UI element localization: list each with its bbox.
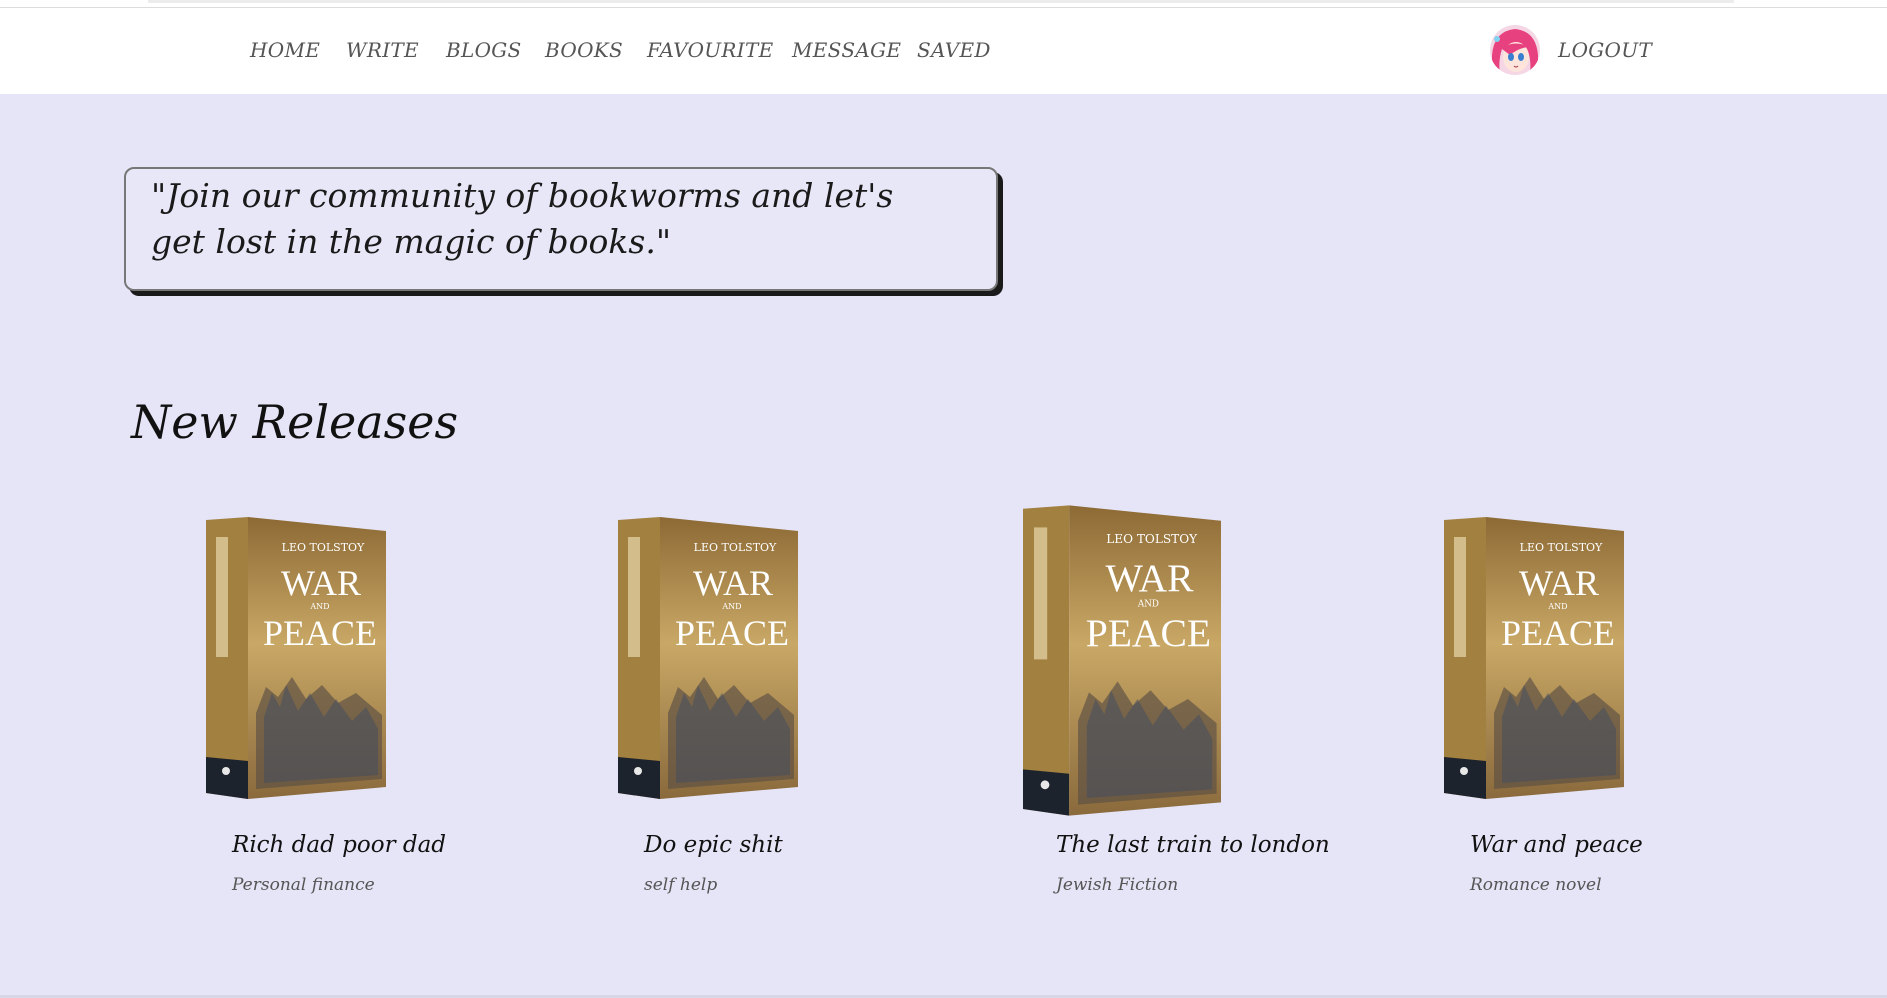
book-cover[interactable]: LEO TOLSTOY WAR AND PEACE — [1444, 517, 1624, 799]
cover-author: LEO TOLSTOY — [694, 541, 777, 554]
cover-author: LEO TOLSTOY — [1106, 532, 1198, 546]
cover-and: AND — [1137, 600, 1159, 610]
cover-title-line-1: WAR — [1106, 556, 1195, 600]
nav-favourite[interactable]: FAVOURITE — [647, 38, 774, 62]
hero-quote: "Join our community of bookworms and let… — [151, 176, 894, 261]
nav-books[interactable]: BOOKS — [545, 38, 623, 62]
cover-title-line-1: WAR — [281, 563, 361, 603]
cover-title-line-2: PEACE — [263, 613, 377, 653]
cover-and: AND — [721, 602, 741, 611]
logout-link[interactable]: LOGOUT — [1558, 38, 1652, 62]
book-card[interactable]: LEO TOLSTOY WAR AND PEACE The last train… — [1023, 500, 1330, 920]
book-genre: self help — [644, 875, 718, 895]
section-title: New Releases — [131, 395, 459, 449]
nav-message[interactable]: MESSAGE — [792, 38, 901, 62]
cover-author: LEO TOLSTOY — [282, 541, 365, 554]
navbar: HOME WRITE BLOGS BOOKS FAVOURITE MESSAGE… — [0, 8, 1887, 94]
cover-title-line-1: WAR — [693, 563, 773, 603]
book-genre: Romance novel — [1470, 875, 1602, 895]
avatar-icon — [1490, 25, 1540, 75]
book-title[interactable]: Do epic shit — [644, 832, 783, 858]
book-title[interactable]: Rich dad poor dad — [232, 832, 446, 858]
book-genre: Jewish Fiction — [1056, 875, 1179, 895]
cover-author: LEO TOLSTOY — [1520, 541, 1603, 554]
book-cover[interactable]: LEO TOLSTOY WAR AND PEACE — [1023, 503, 1221, 818]
book-card[interactable]: LEO TOLSTOY WAR AND PEACE War and peace … — [1444, 500, 1704, 920]
quote-box: "Join our community of bookworms and let… — [124, 167, 998, 291]
book-title[interactable]: The last train to london — [1056, 832, 1330, 858]
cover-title-line-2: PEACE — [1086, 611, 1211, 655]
cover-and: AND — [309, 602, 329, 611]
browser-top-strip — [0, 0, 1887, 8]
cover-title-line-2: PEACE — [1501, 613, 1615, 653]
cover-and: AND — [1547, 602, 1567, 611]
nav-blogs[interactable]: BLOGS — [446, 38, 522, 62]
book-cover[interactable]: LEO TOLSTOY WAR AND PEACE — [618, 517, 798, 799]
top-strip-bar — [148, 0, 1734, 3]
cover-title-line-1: WAR — [1519, 563, 1599, 603]
book-card[interactable]: LEO TOLSTOY WAR AND PEACE Rich dad poor … — [206, 500, 466, 920]
nav-write[interactable]: WRITE — [346, 38, 419, 62]
book-genre: Personal finance — [232, 875, 375, 895]
book-cover[interactable]: LEO TOLSTOY WAR AND PEACE — [206, 517, 386, 799]
book-title[interactable]: War and peace — [1470, 832, 1643, 858]
nav-home[interactable]: HOME — [250, 38, 320, 62]
nav-saved[interactable]: SAVED — [917, 38, 991, 62]
user-avatar[interactable] — [1490, 25, 1540, 75]
book-card[interactable]: LEO TOLSTOY WAR AND PEACE Do epic shit s… — [618, 500, 878, 920]
cover-title-line-2: PEACE — [675, 613, 789, 653]
